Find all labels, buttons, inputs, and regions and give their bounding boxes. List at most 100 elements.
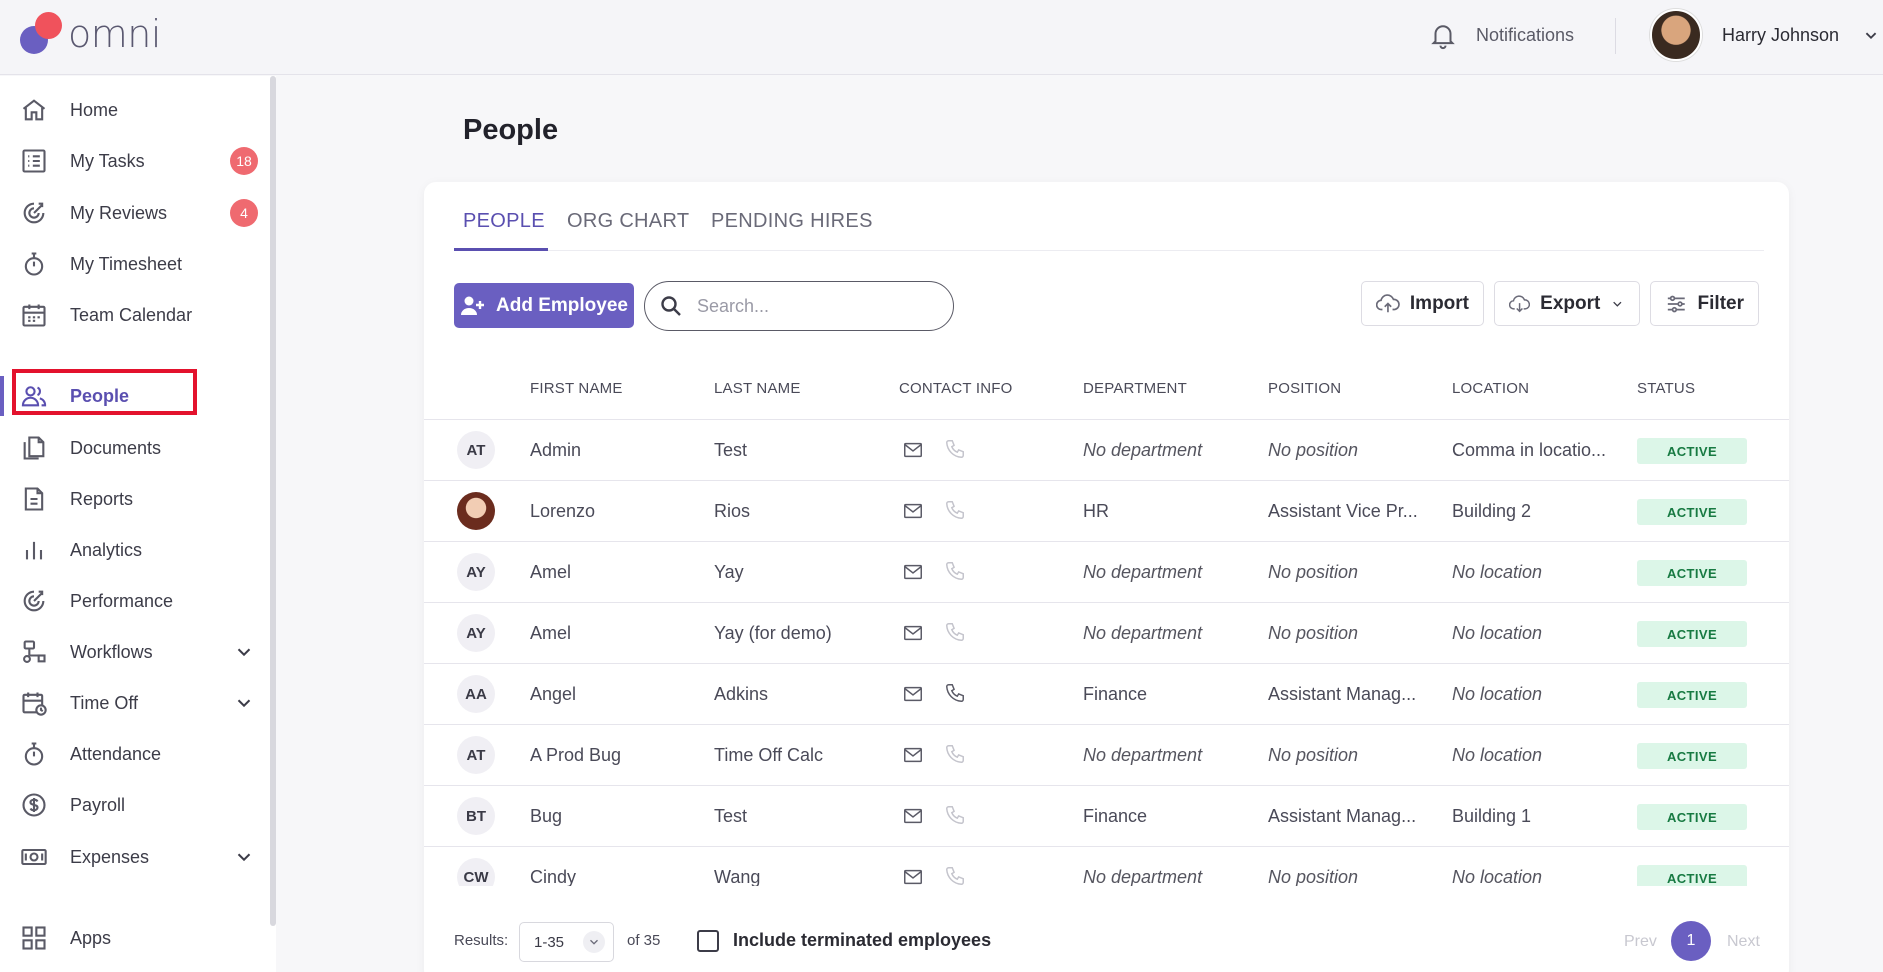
phone-icon[interactable] xyxy=(944,743,966,765)
sidebar-item-my-reviews[interactable]: My Reviews xyxy=(0,188,265,238)
tab-pending-hires[interactable]: PENDING HIRES xyxy=(711,210,873,233)
cloud-download-icon xyxy=(1509,294,1531,312)
sidebar-item-label: Workflows xyxy=(70,641,153,662)
table-row[interactable]: AA Angel Adkins Finance Assistant Manag.… xyxy=(424,663,1789,724)
mail-icon[interactable] xyxy=(902,683,924,705)
sidebar-item-analytics[interactable]: Analytics xyxy=(0,525,265,575)
column-header-status[interactable]: STATUS xyxy=(1637,380,1695,397)
sidebar-item-documents[interactable]: Documents xyxy=(0,423,265,473)
employee-avatar: BT xyxy=(457,797,495,835)
table-row[interactable]: AT Admin Test No department No position … xyxy=(424,419,1789,480)
export-button[interactable]: Export xyxy=(1494,281,1640,326)
mail-icon[interactable] xyxy=(902,866,924,886)
filter-button[interactable]: Filter xyxy=(1650,281,1759,326)
sidebar-item-label: Performance xyxy=(70,590,174,611)
stopwatch-icon xyxy=(24,742,44,766)
last-name-cell: Yay (for demo) xyxy=(714,622,832,643)
sidebar-item-label: Documents xyxy=(70,437,162,458)
first-name-cell: Admin xyxy=(530,439,582,460)
include-terminated-label[interactable]: Include terminated employees xyxy=(733,930,991,951)
sidebar-item-expenses[interactable]: Expenses xyxy=(0,832,265,882)
table-row[interactable]: AT A Prod Bug Time Off Calc No departmen… xyxy=(424,724,1789,785)
sidebar-item-reports[interactable]: Reports xyxy=(0,474,265,524)
page-title: People xyxy=(463,114,559,146)
omni-logo[interactable]: omni xyxy=(20,12,161,56)
sidebar-item-label: Time Off xyxy=(70,692,139,713)
import-button[interactable]: Import xyxy=(1361,281,1484,326)
add-employee-button[interactable]: Add Employee xyxy=(454,283,634,328)
employee-photo xyxy=(457,492,495,530)
stopwatch-icon xyxy=(24,252,44,276)
position-cell: Assistant Manag... xyxy=(1268,683,1417,704)
search-box[interactable] xyxy=(644,281,954,331)
page-1-button[interactable]: 1 xyxy=(1671,921,1711,961)
chevron-down-icon[interactable] xyxy=(233,692,255,714)
chevron-down-icon[interactable] xyxy=(233,641,255,663)
column-header-location[interactable]: LOCATION xyxy=(1452,380,1529,397)
phone-icon[interactable] xyxy=(944,682,966,704)
bell-icon xyxy=(1431,25,1455,50)
sidebar-item-my-tasks[interactable]: My Tasks xyxy=(0,136,265,186)
notifications-button[interactable]: Notifications xyxy=(1428,20,1574,50)
chevron-down-icon[interactable] xyxy=(1860,24,1882,46)
sidebar-item-home[interactable]: Home xyxy=(0,85,265,135)
phone-icon[interactable] xyxy=(944,865,966,886)
phone-icon[interactable] xyxy=(944,560,966,582)
mail-icon[interactable] xyxy=(902,439,924,461)
phone-icon[interactable] xyxy=(944,804,966,826)
logo-mark-icon xyxy=(20,12,64,56)
mail-icon[interactable] xyxy=(902,622,924,644)
mail-icon[interactable] xyxy=(902,561,924,583)
table-row[interactable]: AY Amel Yay No department No position No… xyxy=(424,541,1789,602)
sidebar-item-my-timesheet[interactable]: My Timesheet xyxy=(0,239,265,289)
sidebar-item-performance[interactable]: Performance xyxy=(0,576,265,626)
cloud-upload-icon xyxy=(1376,293,1400,312)
sidebar-item-attendance[interactable]: Attendance xyxy=(0,729,265,779)
phone-icon[interactable] xyxy=(944,621,966,643)
column-header-department[interactable]: DEPARTMENT xyxy=(1083,380,1187,397)
next-page-button[interactable]: Next xyxy=(1727,933,1760,951)
table-row[interactable]: CW Cindy Wang No department No position … xyxy=(424,846,1789,886)
phone-icon[interactable] xyxy=(944,438,966,460)
status-badge: ACTIVE xyxy=(1637,621,1747,647)
sidebar-item-payroll[interactable]: Payroll xyxy=(0,780,265,830)
sidebar-item-apps[interactable]: Apps xyxy=(0,913,265,963)
last-name-cell: Wang xyxy=(714,866,761,887)
employee-avatar: AY xyxy=(457,553,495,591)
tab-org-chart[interactable]: ORG CHART xyxy=(567,210,689,233)
chevron-down-icon[interactable] xyxy=(233,846,255,868)
location-cell: Building 2 xyxy=(1452,500,1532,521)
mail-icon[interactable] xyxy=(902,744,924,766)
table-row[interactable]: BT Bug Test Finance Assistant Manag... B… xyxy=(424,785,1789,846)
table-row[interactable]: Lorenzo Rios HR Assistant Vice Pr... Bui… xyxy=(424,480,1789,541)
table-body: AT Admin Test No department No position … xyxy=(424,419,1789,886)
phone-icon[interactable] xyxy=(944,499,966,521)
sidebar-scrollbar[interactable] xyxy=(270,76,276,926)
sidebar-item-label: My Timesheet xyxy=(70,253,183,274)
column-header-first-name[interactable]: FIRST NAME xyxy=(530,380,623,397)
mail-icon[interactable] xyxy=(902,805,924,827)
first-name-cell: Bug xyxy=(530,805,563,826)
mail-icon[interactable] xyxy=(902,500,924,522)
position-cell: No position xyxy=(1268,439,1359,460)
tab-people[interactable]: PEOPLE xyxy=(463,210,545,233)
user-menu[interactable]: Harry Johnson xyxy=(1650,9,1839,61)
position-cell: No position xyxy=(1268,622,1359,643)
sidebar-item-workflows[interactable]: Workflows xyxy=(0,627,265,677)
table-row[interactable]: AY Amel Yay (for demo) No department No … xyxy=(424,602,1789,663)
employee-avatar: CW xyxy=(457,858,495,886)
column-header-last-name[interactable]: LAST NAME xyxy=(714,380,801,397)
search-input[interactable] xyxy=(697,295,927,317)
sidebar-item-time-off[interactable]: Time Off xyxy=(0,678,265,728)
column-header-position[interactable]: POSITION xyxy=(1268,380,1341,397)
include-terminated-checkbox[interactable] xyxy=(697,930,719,952)
dollar-icon xyxy=(22,793,46,817)
sidebar-item-team-calendar[interactable]: Team Calendar xyxy=(0,290,265,340)
prev-page-button[interactable]: Prev xyxy=(1624,933,1657,951)
sidebar-item-label: Attendance xyxy=(70,743,162,764)
last-name-cell: Time Off Calc xyxy=(714,744,824,765)
employee-avatar: AT xyxy=(457,736,495,774)
results-range-select[interactable]: 1-35 xyxy=(519,922,614,962)
active-tab-indicator xyxy=(454,248,548,251)
user-avatar xyxy=(1650,9,1702,61)
